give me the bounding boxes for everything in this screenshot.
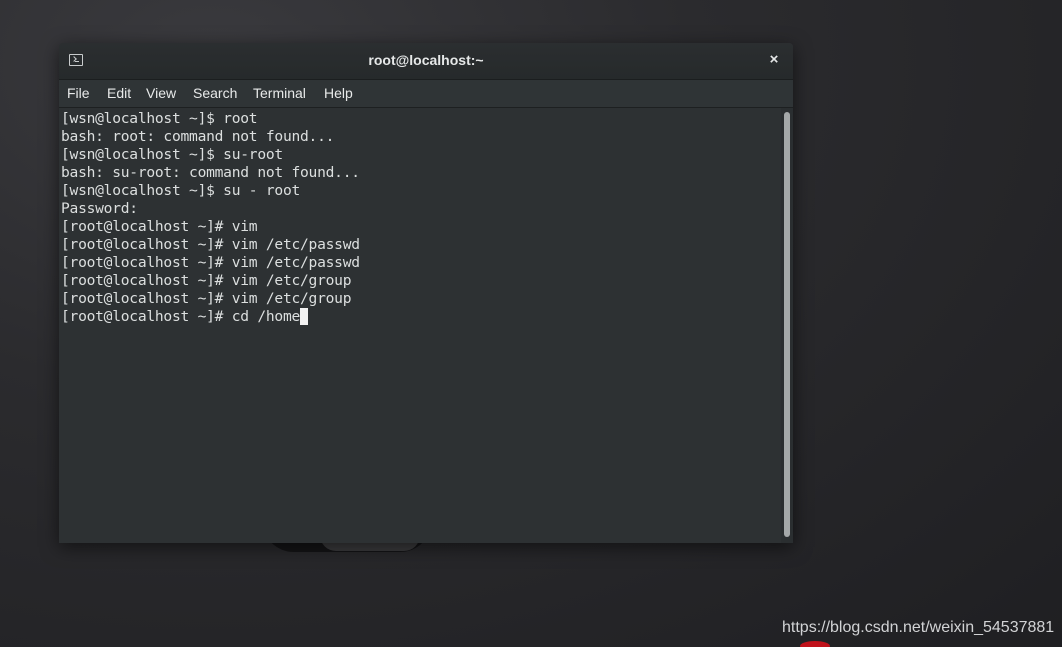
terminal-scrollbar[interactable] <box>781 108 793 543</box>
terminal-line: [wsn@localhost ~]$ su-root <box>61 146 283 163</box>
terminal-current-line[interactable]: [root@localhost ~]# cd /home <box>61 308 309 326</box>
terminal-output[interactable]: [wsn@localhost ~]$ root bash: root: comm… <box>59 108 781 543</box>
terminal-current-input: [root@localhost ~]# cd /home <box>61 308 301 325</box>
desktop-red-mark <box>800 641 830 647</box>
watermark-url: https://blog.csdn.net/weixin_54537881 <box>782 619 1055 636</box>
menu-terminal[interactable]: Terminal <box>253 85 306 101</box>
terminal-window: root@localhost:~ × File Edit View Search… <box>59 43 793 543</box>
menu-search[interactable]: Search <box>193 85 237 101</box>
menu-view[interactable]: View <box>146 85 176 101</box>
terminal-line: [root@localhost ~]# vim /etc/passwd <box>61 254 360 271</box>
terminal-line: [wsn@localhost ~]$ root <box>61 110 258 127</box>
terminal-line: [root@localhost ~]# vim <box>61 218 258 235</box>
window-title: root@localhost:~ <box>368 52 484 68</box>
terminal-line: Password: <box>61 200 138 217</box>
window-titlebar[interactable]: root@localhost:~ × <box>59 43 793 80</box>
text-cursor <box>300 308 309 325</box>
menu-file[interactable]: File <box>67 85 90 101</box>
terminal-line: [root@localhost ~]# vim /etc/passwd <box>61 236 360 253</box>
terminal-line: bash: su-root: command not found... <box>61 164 360 181</box>
scrollbar-thumb[interactable] <box>784 112 790 537</box>
close-button[interactable]: × <box>763 49 785 71</box>
terminal-line: [root@localhost ~]# vim /etc/group <box>61 290 352 307</box>
menu-edit[interactable]: Edit <box>107 85 131 101</box>
menubar: File Edit View Search Terminal Help <box>59 80 793 108</box>
terminal-line: [wsn@localhost ~]$ su - root <box>61 182 301 199</box>
menu-help[interactable]: Help <box>324 85 353 101</box>
terminal-line: bash: root: command not found... <box>61 128 335 145</box>
terminal-line: [root@localhost ~]# vim /etc/group <box>61 272 352 289</box>
